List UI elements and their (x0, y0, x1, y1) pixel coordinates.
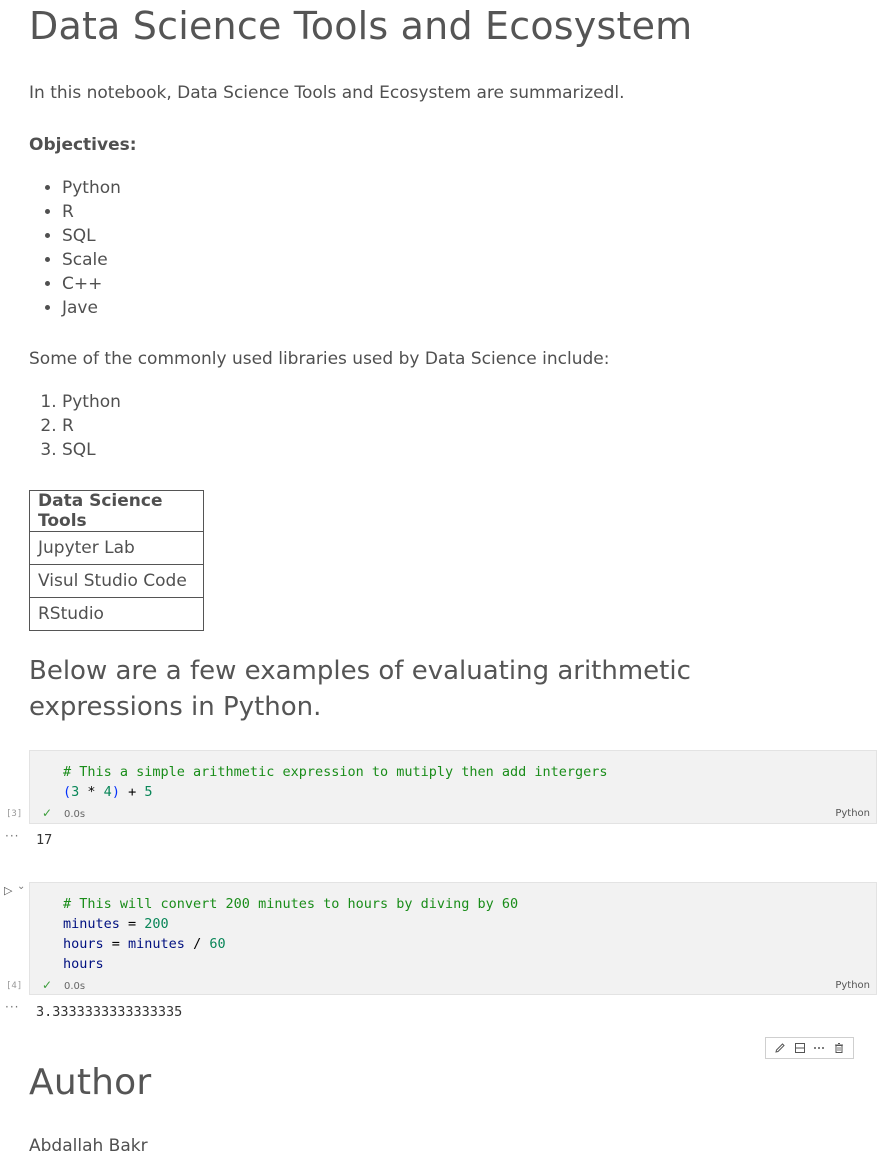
table-row: Visul Studio Code (29, 564, 204, 598)
list-item: C++ (62, 272, 121, 296)
tools-table: Data Science Tools Jupyter Lab Visul Stu… (29, 490, 204, 631)
edit-icon[interactable] (773, 1041, 787, 1055)
check-icon: ✓ (42, 806, 53, 820)
output-more-icon[interactable]: ··· (5, 829, 19, 843)
output-more-icon[interactable]: ··· (5, 1000, 19, 1014)
libraries-intro: Some of the commonly used libraries used… (29, 349, 610, 369)
code-cell-1[interactable]: # This a simple arithmetic expression to… (29, 750, 877, 824)
intro-text: In this notebook, Data Science Tools and… (29, 83, 625, 103)
author-heading: Author (29, 1062, 152, 1103)
code-comment: # This will convert 200 minutes to hours… (63, 896, 519, 912)
run-cell-icon[interactable]: ▷ (4, 884, 12, 897)
list-item: R (62, 414, 121, 438)
check-icon: ✓ (42, 978, 53, 992)
cell-output: 17 (36, 832, 53, 848)
list-item: Python (62, 176, 121, 200)
list-item: SQL (62, 224, 121, 248)
objectives-label: Objectives: (29, 135, 137, 155)
execution-time: 0.0s (64, 981, 86, 992)
list-item: R (62, 200, 121, 224)
list-item: Jave (62, 296, 121, 320)
objectives-list: Python R SQL Scale C++ Jave (29, 176, 121, 320)
language-label[interactable]: Python (835, 808, 870, 819)
more-icon[interactable] (812, 1041, 826, 1055)
examples-heading: Below are a few examples of evaluating a… (29, 656, 691, 722)
code-editor[interactable]: # This will convert 200 minutes to hours… (63, 894, 518, 974)
split-cell-icon[interactable] (793, 1041, 807, 1055)
table-header: Data Science Tools (29, 490, 204, 532)
table-row: Jupyter Lab (29, 531, 204, 565)
cell-toolbar (765, 1037, 854, 1059)
author-name: Abdallah Bakr (29, 1136, 148, 1156)
language-label[interactable]: Python (835, 980, 870, 991)
execution-count: [4] (6, 981, 23, 991)
cell-output: 3.3333333333333335 (36, 1004, 183, 1020)
execution-time: 0.0s (64, 809, 86, 820)
execution-count: [3] (6, 809, 23, 819)
code-cell-2[interactable]: # This will convert 200 minutes to hours… (29, 882, 877, 995)
chevron-down-icon[interactable]: ⌄ (17, 881, 25, 892)
code-editor[interactable]: # This a simple arithmetic expression to… (63, 762, 608, 802)
list-item: Python (62, 390, 121, 414)
libraries-list: Python R SQL (29, 390, 121, 462)
table-row: RStudio (29, 597, 204, 631)
list-item: Scale (62, 248, 121, 272)
notebook-title: Data Science Tools and Ecosystem (29, 4, 693, 48)
code-comment: # This a simple arithmetic expression to… (63, 764, 608, 780)
delete-icon[interactable] (832, 1041, 846, 1055)
list-item: SQL (62, 438, 121, 462)
